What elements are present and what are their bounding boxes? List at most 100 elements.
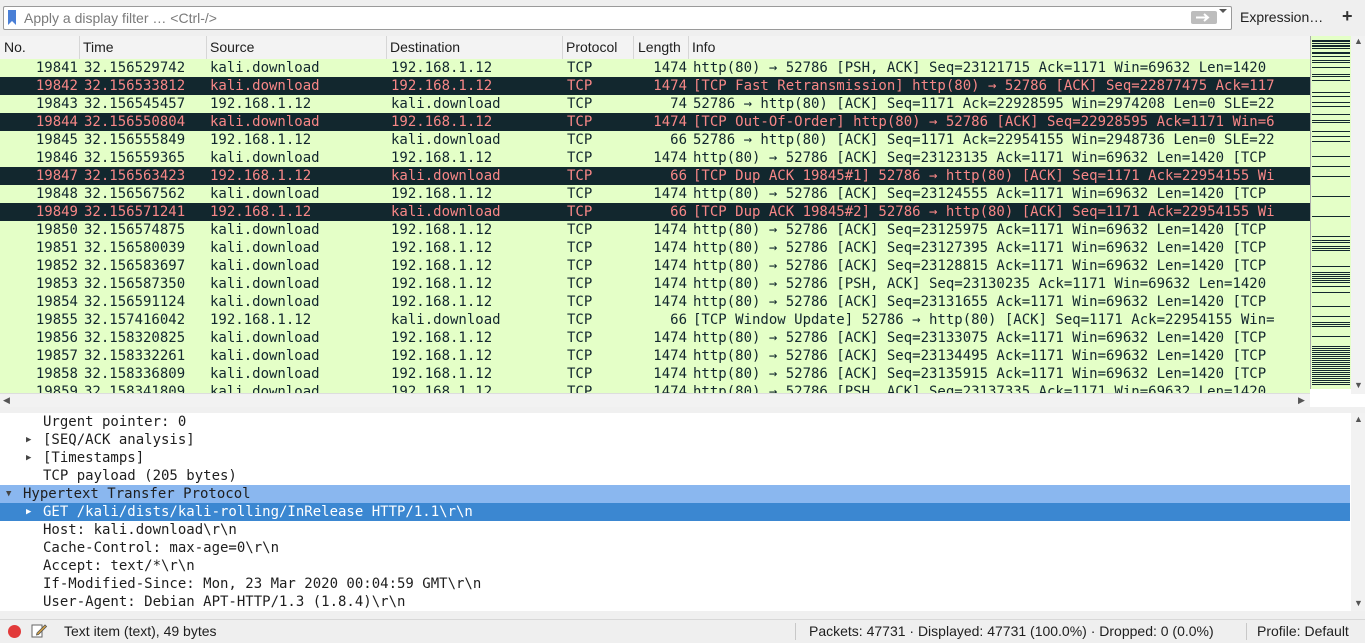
- minimap-packet-mark: [1312, 372, 1350, 373]
- cell-protocol: TCP: [567, 114, 593, 130]
- status-packet-counts: Packets: 47731 · Displayed: 47731 (100.0…: [809, 623, 1214, 639]
- details-tree-item[interactable]: ▶ GET /kali/dists/kali-rolling/InRelease …: [0, 503, 1350, 521]
- details-tree-label: Accept: text/*\r\n: [43, 558, 195, 574]
- minimap-packet-mark: [1312, 106, 1350, 107]
- column-divider[interactable]: [206, 36, 207, 59]
- packet-row[interactable]: 19857 32.158332261 kali.download 192.168.1.…: [0, 347, 1310, 365]
- scroll-up-arrow-icon[interactable]: ▲: [1354, 414, 1363, 424]
- packet-list-vertical-scrollbar[interactable]: ▲ ▼: [1351, 36, 1365, 394]
- details-tree-item[interactable]: TCP payload (205 bytes): [0, 467, 1350, 485]
- cell-protocol: TCP: [567, 186, 593, 202]
- expression-button[interactable]: Expression…: [1240, 9, 1323, 25]
- packet-list[interactable]: No. Time Source Destination Protocol Len…: [0, 36, 1310, 396]
- cell-length: 1474: [653, 366, 687, 382]
- packet-row[interactable]: 19852 32.156583697 kali.download 192.168.1.…: [0, 257, 1310, 275]
- add-filter-button[interactable]: +: [1342, 6, 1353, 27]
- cell-no: 19841: [35, 60, 78, 76]
- details-tree-item[interactable]: ▶ [SEQ/ACK analysis]: [0, 431, 1350, 449]
- packet-row[interactable]: 19850 32.156574875 kali.download 192.168.1.…: [0, 221, 1310, 239]
- status-field-info: Text item (text), 49 bytes: [64, 623, 217, 639]
- pane-splitter[interactable]: [0, 611, 1365, 619]
- display-filter-input[interactable]: [24, 8, 1184, 27]
- tree-collapse-arrow-icon[interactable]: ▼: [6, 485, 16, 503]
- packet-details-tree[interactable]: Urgent pointer: 0 ▶ [SEQ/ACK analysis] ▶ [Ti…: [0, 413, 1350, 611]
- bookmark-icon[interactable]: [8, 10, 16, 25]
- cell-source: kali.download: [210, 366, 320, 382]
- packet-row[interactable]: 19842 32.156533812 kali.download 192.168.1.…: [0, 77, 1310, 95]
- cell-length: 66: [670, 168, 687, 184]
- cell-destination: 192.168.1.12: [391, 366, 493, 382]
- minimap-packet-mark: [1312, 242, 1350, 243]
- details-tree-label: [SEQ/ACK analysis]: [43, 432, 195, 448]
- scroll-down-arrow-icon[interactable]: ▼: [1354, 598, 1363, 608]
- cell-time: 32.156555849: [84, 132, 186, 148]
- column-header-no[interactable]: No.: [4, 39, 26, 55]
- cell-destination: kali.download: [391, 168, 501, 184]
- minimap-packet-mark: [1312, 76, 1350, 77]
- scroll-left-arrow-icon[interactable]: ◀: [3, 395, 10, 406]
- column-header-time[interactable]: Time: [83, 39, 114, 55]
- details-tree-item[interactable]: If-Modified-Since: Mon, 23 Mar 2020 00:0…: [0, 575, 1350, 593]
- tree-expand-arrow-icon[interactable]: ▶: [26, 449, 36, 467]
- packet-row[interactable]: 19846 32.156559365 kali.download 192.168.1.…: [0, 149, 1310, 167]
- cell-destination: kali.download: [391, 96, 501, 112]
- packet-list-minimap[interactable]: [1310, 36, 1352, 389]
- column-header-protocol[interactable]: Protocol: [566, 39, 617, 55]
- packet-row[interactable]: 19854 32.156591124 kali.download 192.168.1.…: [0, 293, 1310, 311]
- scroll-down-arrow-icon[interactable]: ▼: [1354, 380, 1363, 390]
- details-vertical-scrollbar[interactable]: ▲ ▼: [1351, 413, 1365, 611]
- details-tree-item[interactable]: Host: kali.download\r\n: [0, 521, 1350, 539]
- status-divider: [1246, 623, 1247, 640]
- packet-row[interactable]: 19841 32.156529742 kali.download 192.168.1.…: [0, 59, 1310, 77]
- cell-destination: 192.168.1.12: [391, 258, 493, 274]
- column-divider[interactable]: [633, 36, 634, 59]
- apply-filter-arrow-icon[interactable]: [1191, 11, 1217, 24]
- column-header-info[interactable]: Info: [692, 39, 715, 55]
- column-header-source[interactable]: Source: [210, 39, 254, 55]
- packet-row[interactable]: 19848 32.156567562 kali.download 192.168.1.…: [0, 185, 1310, 203]
- packet-row[interactable]: 19853 32.156587350 kali.download 192.168.1.…: [0, 275, 1310, 293]
- minimap-packet-mark: [1312, 41, 1350, 42]
- capture-comment-edit-icon[interactable]: [31, 622, 47, 638]
- scroll-right-arrow-icon[interactable]: ▶: [1298, 395, 1305, 406]
- packet-row[interactable]: 19845 32.156555849 192.168.1.12 kali.downlo…: [0, 131, 1310, 149]
- packet-row[interactable]: 19856 32.158320825 kali.download 192.168.1.…: [0, 329, 1310, 347]
- details-tree-item[interactable]: User-Agent: Debian APT-HTTP/1.3 (1.8.4)\…: [0, 593, 1350, 611]
- minimap-packet-mark: [1312, 196, 1350, 197]
- column-divider[interactable]: [386, 36, 387, 59]
- minimap-packet-mark: [1312, 236, 1350, 237]
- cell-length: 1474: [653, 240, 687, 256]
- packet-list-horizontal-scrollbar[interactable]: ◀ ▶: [0, 393, 1310, 408]
- chevron-down-icon[interactable]: [1218, 6, 1228, 16]
- packet-row[interactable]: 19858 32.158336809 kali.download 192.168.1.…: [0, 365, 1310, 383]
- minimap-packet-mark: [1312, 60, 1350, 61]
- packet-row[interactable]: 19849 32.156571241 192.168.1.12 kali.downlo…: [0, 203, 1310, 221]
- packet-row[interactable]: 19844 32.156550804 kali.download 192.168.1.…: [0, 113, 1310, 131]
- details-tree-item[interactable]: Urgent pointer: 0: [0, 413, 1350, 431]
- cell-time: 32.156571241: [84, 204, 186, 220]
- expert-info-error-icon[interactable]: [8, 625, 21, 638]
- minimap-packet-mark: [1312, 346, 1350, 347]
- minimap-packet-mark: [1312, 350, 1350, 351]
- tree-expand-arrow-icon[interactable]: ▶: [26, 431, 36, 449]
- scroll-up-arrow-icon[interactable]: ▲: [1354, 36, 1363, 46]
- tree-expand-arrow-icon[interactable]: ▶: [26, 503, 36, 521]
- packet-row[interactable]: 19847 32.156563423 192.168.1.12 kali.downlo…: [0, 167, 1310, 185]
- cell-source: kali.download: [210, 258, 320, 274]
- column-header-destination[interactable]: Destination: [390, 39, 460, 55]
- packet-row[interactable]: 19855 32.157416042 192.168.1.12 kali.downlo…: [0, 311, 1310, 329]
- display-filter-field[interactable]: [3, 6, 1232, 30]
- details-tree-item[interactable]: Cache-Control: max-age=0\r\n: [0, 539, 1350, 557]
- details-tree-item[interactable]: ▼ Hypertext Transfer Protocol: [0, 485, 1350, 503]
- column-header-length[interactable]: Length: [638, 39, 681, 55]
- details-tree-item[interactable]: Accept: text/*\r\n: [0, 557, 1350, 575]
- details-tree-item[interactable]: ▶ [Timestamps]: [0, 449, 1350, 467]
- packet-row[interactable]: 19851 32.156580039 kali.download 192.168.1.…: [0, 239, 1310, 257]
- column-divider[interactable]: [562, 36, 563, 59]
- cell-source: kali.download: [210, 60, 320, 76]
- details-tree-label: User-Agent: Debian APT-HTTP/1.3 (1.8.4)\…: [43, 594, 406, 610]
- status-profile[interactable]: Profile: Default: [1257, 623, 1349, 639]
- column-divider[interactable]: [688, 36, 689, 59]
- packet-row[interactable]: 19843 32.156545457 192.168.1.12 kali.downlo…: [0, 95, 1310, 113]
- column-divider[interactable]: [79, 36, 80, 59]
